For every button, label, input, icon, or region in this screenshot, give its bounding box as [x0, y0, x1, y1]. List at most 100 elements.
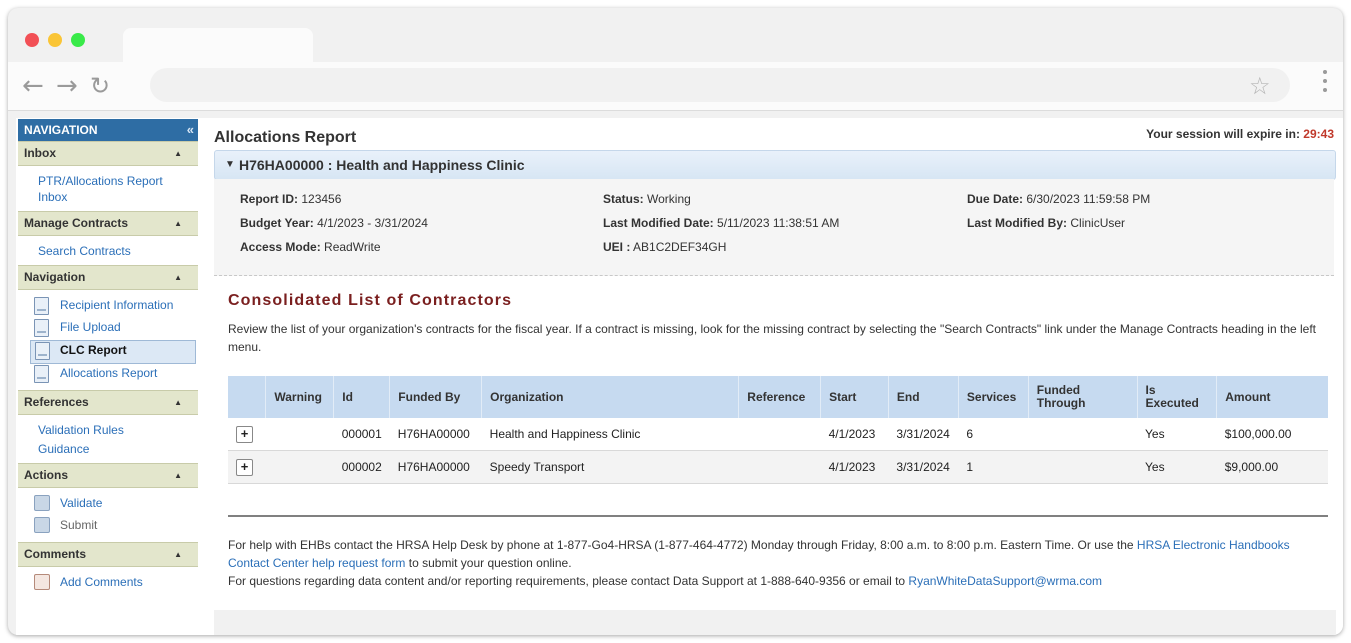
start-cell: 4/1/2023 [820, 450, 889, 484]
kebab-menu-icon[interactable] [1323, 70, 1327, 97]
table-header-row: Warning Id Funded By Organization Refere… [228, 376, 1328, 418]
sidebar-item-guidance[interactable]: Guidance [18, 440, 198, 459]
end-cell: 3/31/2024 [888, 418, 959, 451]
address-bar[interactable] [150, 68, 1290, 102]
column-header-funded-through[interactable]: Funded Through [1027, 376, 1138, 418]
column-header-warning[interactable]: Warning [265, 376, 334, 418]
table-row: + 000002 H76HA00000 Speedy Transport 4/1… [228, 450, 1328, 484]
column-header-reference[interactable]: Reference [738, 376, 821, 418]
organization-cell: Speedy Transport [481, 450, 739, 484]
browser-tab[interactable] [123, 28, 313, 64]
funded-through-cell [1028, 450, 1138, 484]
main-panel: Allocations Report Your session will exp… [214, 118, 1336, 635]
field-label: Due Date: [967, 192, 1024, 206]
amount-cell: $100,000.00 [1216, 418, 1328, 451]
session-time: 29:43 [1303, 127, 1334, 141]
sidebar-item-ptr-allocations-inbox[interactable]: PTR/Allocations Report Inbox [18, 172, 198, 207]
grant-header-toggle[interactable]: ▼ H76HA00000 : Health and Happiness Clin… [214, 150, 1336, 180]
page-title: Allocations Report [214, 129, 357, 146]
expand-row-button[interactable]: + [236, 458, 253, 476]
expand-row-button[interactable]: + [236, 425, 253, 443]
sidebar-item-file-upload[interactable]: File Upload [34, 318, 198, 340]
sidebar-title: NAVIGATION « [18, 119, 198, 141]
table-row: + 000001 H76HA00000 Health and Happiness… [228, 418, 1328, 451]
reload-icon[interactable]: ↻ [90, 74, 110, 98]
sidebar-title-label: NAVIGATION [24, 123, 98, 137]
column-header [228, 376, 266, 418]
sidebar-section-manage-contracts[interactable]: Manage Contracts ▲ [18, 211, 198, 236]
caret-up-icon: ▲ [174, 273, 182, 282]
column-header-funded-by[interactable]: Funded By [389, 376, 482, 418]
sidebar-section-navigation[interactable]: Navigation ▲ [18, 265, 198, 290]
field-label: Report ID: [240, 192, 298, 206]
document-icon [34, 319, 49, 337]
column-header-start[interactable]: Start [820, 376, 889, 418]
column-header-organization[interactable]: Organization [481, 376, 739, 418]
column-header-is-executed[interactable]: Is Executed [1136, 376, 1217, 418]
data-support-email-link[interactable]: RyanWhiteDataSupport@wrma.com [908, 574, 1102, 588]
field-value: Working [647, 192, 691, 206]
help-footer: For help with EHBs contact the HRSA Help… [228, 536, 1328, 590]
sidebar-section-label: Navigation [24, 270, 86, 284]
submit-icon [34, 517, 50, 533]
sidebar-section-label: Inbox [24, 146, 56, 160]
sidebar-item-recipient-information[interactable]: Recipient Information [34, 296, 198, 318]
funded-by-cell: H76HA00000 [389, 450, 482, 484]
session-timer: Your session will expire in: 29:43 [1146, 127, 1334, 141]
page-content: NAVIGATION « Inbox ▲ PTR/Allocations Rep… [16, 118, 1343, 635]
report-id-field: Report ID: 123456 [240, 192, 341, 206]
field-value: 6/30/2023 11:59:58 PM [1026, 192, 1151, 206]
field-label: Access Mode: [240, 240, 321, 254]
data-support-paragraph: For questions regarding data content and… [228, 572, 1328, 590]
sidebar-item-add-comments[interactable]: Add Comments [34, 573, 198, 595]
browser-window: ← → ↻ ☆ NAVIGATION « Inbox ▲ PTR/Allocat… [8, 8, 1343, 635]
star-icon[interactable]: ☆ [1249, 72, 1271, 100]
minimize-window-button[interactable] [48, 33, 62, 47]
sidebar-item-search-contracts[interactable]: Search Contracts [18, 242, 198, 261]
sidebar-section-references[interactable]: References ▲ [18, 390, 198, 415]
sidebar-item-label: Submit [60, 518, 98, 532]
expand-cell: + [228, 418, 266, 451]
sidebar-section-label: References [24, 395, 89, 409]
column-header-end[interactable]: End [887, 376, 959, 418]
field-value: ClinicUser [1070, 216, 1126, 230]
back-arrow-icon[interactable]: ← [22, 73, 44, 99]
sidebar-item-validation-rules[interactable]: Validation Rules [18, 421, 198, 440]
column-header-services[interactable]: Services [957, 376, 1029, 418]
caret-up-icon: ▲ [174, 550, 182, 559]
sidebar-item-clc-report[interactable]: CLC Report [30, 340, 196, 364]
sidebar-item-label: Allocations Report [60, 366, 158, 380]
close-window-button[interactable] [25, 33, 39, 47]
sidebar-item-submit[interactable]: Submit [34, 516, 198, 538]
column-header-amount[interactable]: Amount [1216, 376, 1328, 418]
sidebar-item-allocations-report[interactable]: Allocations Report [34, 364, 198, 386]
session-label: Your session will expire in: [1146, 127, 1300, 141]
caret-up-icon: ▲ [174, 219, 182, 228]
maximize-window-button[interactable] [71, 33, 85, 47]
sidebar-item-validate[interactable]: Validate [34, 494, 198, 516]
divider [228, 515, 1328, 517]
sidebar-item-label: Validate [60, 496, 103, 510]
forward-arrow-icon[interactable]: → [56, 73, 78, 99]
sidebar-section-inbox[interactable]: Inbox ▲ [18, 141, 198, 166]
sidebar-section-comments[interactable]: Comments ▲ [18, 542, 198, 567]
funded-through-cell [1028, 418, 1138, 451]
document-icon [35, 342, 50, 360]
collapse-icon[interactable]: « [187, 119, 194, 141]
section-description: Review the list of your organization's c… [228, 322, 1317, 354]
caret-up-icon: ▲ [174, 398, 182, 407]
amount-cell: $9,000.00 [1216, 450, 1328, 484]
document-icon [34, 365, 49, 383]
end-cell: 3/31/2024 [888, 450, 959, 484]
sidebar-section-label: Manage Contracts [24, 216, 129, 230]
column-header-id[interactable]: Id [333, 376, 390, 418]
document-icon [34, 297, 49, 315]
field-label: Status: [603, 192, 644, 206]
organization-cell: Health and Happiness Clinic [481, 418, 739, 451]
field-label: UEI : [603, 240, 631, 254]
last-modified-by-field: Last Modified By: ClinicUser [967, 216, 1125, 230]
sidebar-section-actions[interactable]: Actions ▲ [18, 463, 198, 488]
comment-icon [34, 574, 50, 590]
caret-up-icon: ▲ [174, 471, 182, 480]
field-value: ReadWrite [324, 240, 381, 254]
